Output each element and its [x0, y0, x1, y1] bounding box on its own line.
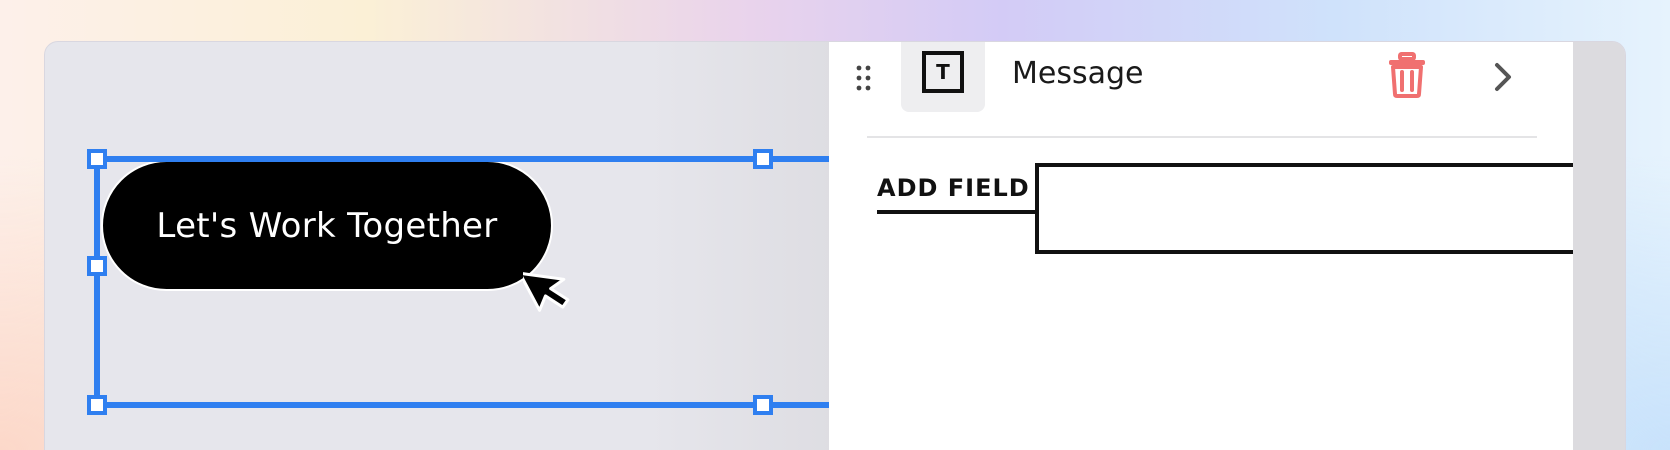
resize-handle-bottom-right[interactable] [753, 395, 773, 415]
field-type-tile[interactable]: T [901, 42, 985, 112]
add-field-underline [877, 210, 1037, 214]
trash-icon[interactable] [1387, 52, 1427, 98]
mouse-cursor-icon [523, 271, 570, 312]
field-title: Message [1012, 56, 1144, 91]
lets-work-together-button[interactable]: Let's Work Together [101, 160, 553, 291]
panel-divider [867, 136, 1537, 138]
add-field-input[interactable] [1035, 163, 1595, 254]
add-field-label[interactable]: ADD FIELD [877, 174, 1030, 202]
resize-handle-top-left[interactable] [87, 149, 107, 169]
resize-handle-top-right[interactable] [753, 149, 773, 169]
selection-border-bottom [97, 402, 857, 408]
field-settings-panel: T Message ADD FIELD [829, 42, 1595, 450]
resize-handle-bottom-left[interactable] [87, 395, 107, 415]
selection-border-left [94, 156, 100, 408]
panel-scroll-gutter [1573, 42, 1625, 450]
selection-border-top [97, 156, 857, 162]
resize-handle-middle-left[interactable] [87, 256, 107, 276]
editor-window: Let's Work Together T Message ADD FIELD [44, 41, 1626, 450]
chevron-right-icon[interactable] [1491, 60, 1515, 94]
drag-handle-icon[interactable] [855, 64, 873, 92]
text-field-icon: T [922, 51, 964, 93]
